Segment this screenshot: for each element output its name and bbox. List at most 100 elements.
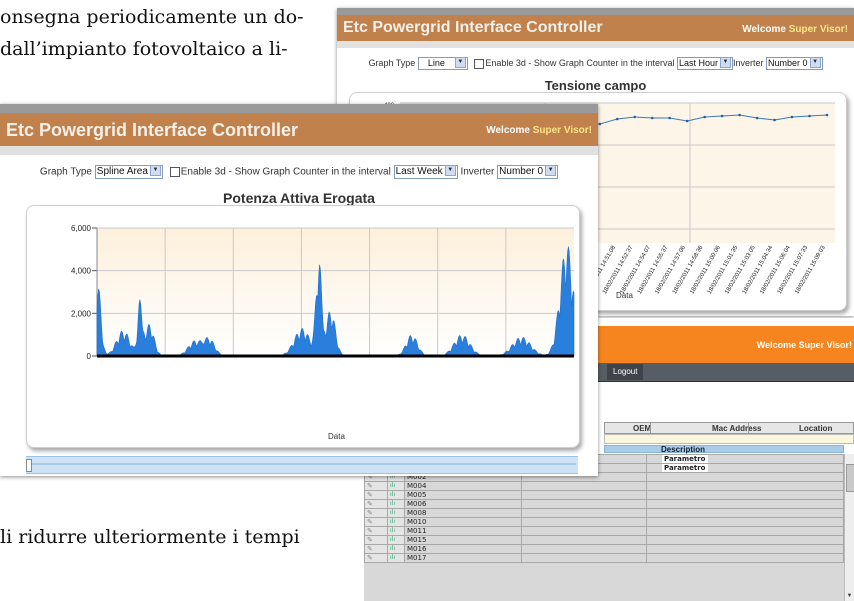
enable-3d-label: Enable 3d - Show Graph Counter in the in… [180, 166, 391, 178]
chart-title: Potenza Attiva Erogata [223, 190, 375, 206]
range-handle[interactable] [26, 459, 32, 472]
description-cell [646, 508, 844, 518]
blank-cell [521, 544, 647, 554]
chart-icon[interactable]: ılı [387, 526, 405, 536]
welcome-text: Welcome Super Visor! [486, 125, 592, 136]
chart-icon[interactable]: ılı [387, 535, 405, 545]
column-header-mac-address: Mac Address [712, 424, 762, 433]
edit-icon[interactable]: ✎ [364, 535, 388, 545]
document-text-line-3: li ridurre ulteriormente i tempi [0, 526, 300, 548]
description-cell [646, 553, 844, 563]
app-title: Etc Powergrid Interface Controller [6, 120, 299, 140]
chart-icon[interactable]: ılı [387, 499, 405, 509]
chart-icon[interactable]: ılı [387, 481, 405, 491]
edit-icon[interactable]: ✎ [364, 517, 388, 527]
chart-icon[interactable]: ılı [387, 544, 405, 554]
table-row[interactable]: ✎ ılı M008 [364, 508, 844, 518]
table-row[interactable]: ✎ ılı M016 [364, 544, 844, 554]
window-top-strip [337, 8, 854, 15]
x-axis-label: Data [328, 432, 345, 441]
inverter-label: Inverter [733, 57, 764, 68]
device-name-cell: M011 [404, 526, 522, 536]
data-point [650, 116, 654, 120]
table-row[interactable]: ✎ ılı M015 [364, 535, 844, 545]
logout-link[interactable]: Logout [607, 364, 644, 380]
chart-icon[interactable]: ılı [387, 553, 405, 563]
table-row[interactable]: ✎ ılı M006 [364, 499, 844, 509]
column-divider [748, 423, 749, 433]
graph-type-select[interactable]: Line ▼ [417, 57, 468, 70]
y-tick-label: 0 [87, 352, 92, 361]
window-potenza-attiva: Etc Powergrid Interface Controller Welco… [0, 104, 598, 476]
data-point [738, 113, 741, 117]
parametro-value: Parametro [662, 455, 708, 463]
blank-cell [521, 508, 647, 518]
description-cell [646, 535, 844, 545]
description-cell [646, 517, 844, 527]
chart-icon[interactable]: ılı [387, 517, 405, 527]
description-header-label: Description [661, 445, 706, 454]
interval-select[interactable]: Last Hour ▼ [676, 57, 734, 70]
device-name-cell: M015 [404, 535, 522, 545]
blank-cell [521, 517, 647, 527]
data-point [755, 116, 759, 120]
blank-cell [521, 499, 647, 509]
chart-icon[interactable]: ılı [387, 490, 405, 500]
table-row[interactable]: ✎ ılı M005 [364, 490, 844, 500]
y-tick-label: 6,000 [71, 224, 92, 233]
table-row[interactable]: ✎ ılı M017 [364, 553, 844, 563]
inverter-select[interactable]: Number 0 ▼ [497, 165, 559, 179]
app-title: Etc Powergrid Interface Controller [343, 19, 603, 36]
device-name-cell: M006 [404, 499, 522, 509]
range-track-line [32, 463, 576, 465]
y-tick-label: 4,000 [71, 267, 92, 276]
interval-select[interactable]: Last Week ▼ [393, 165, 458, 179]
data-point [598, 122, 602, 126]
data-point [773, 118, 776, 122]
edit-icon[interactable]: ✎ [364, 499, 388, 509]
enable-3d-checkbox[interactable] [169, 167, 180, 177]
range-scrollbar[interactable] [26, 456, 578, 474]
scroll-down-arrow-icon[interactable]: ▼ [845, 593, 854, 601]
data-point [633, 115, 637, 119]
inverter-select[interactable]: Number 0 ▼ [766, 57, 823, 70]
description-cell [646, 481, 844, 491]
blank-cell [521, 553, 647, 563]
enable-3d-checkbox[interactable] [474, 58, 485, 69]
data-point [703, 115, 706, 119]
document-text-line-2: dall’impianto fotovoltaico a li- [0, 38, 288, 60]
edit-icon[interactable]: ✎ [364, 490, 388, 500]
device-name-cell: M016 [404, 544, 522, 554]
edit-icon[interactable]: ✎ [364, 544, 388, 554]
device-name-cell: M005 [404, 490, 522, 500]
graph-controls: Graph Type Line ▼ Enable 3d - Show Graph … [337, 57, 854, 70]
edit-icon[interactable]: ✎ [364, 553, 388, 563]
chart-title: Tensione campo [544, 78, 647, 93]
table-row[interactable]: ✎ ılı M010 [364, 517, 844, 527]
x-axis-label: Data [616, 291, 633, 300]
edit-icon[interactable]: ✎ [364, 481, 388, 491]
data-point [720, 114, 724, 118]
column-header-location: Location [799, 424, 833, 433]
edit-icon[interactable]: ✎ [364, 508, 388, 518]
chevron-down-icon: ▼ [149, 165, 161, 176]
app-header: Etc Powergrid Interface Controller Welco… [0, 113, 598, 146]
blank-cell [521, 526, 647, 536]
vertical-scrollbar[interactable]: ▼ [844, 454, 854, 601]
graph-type-select[interactable]: Spline Area ▼ [94, 165, 163, 179]
chevron-down-icon: ▼ [545, 165, 557, 176]
chevron-down-icon: ▼ [720, 57, 732, 69]
description-cell: Parametro [646, 463, 844, 473]
table-row[interactable]: ✎ ılı M004 [364, 481, 844, 491]
graph-controls: Graph Type Spline Area ▼ Enable 3d - Show… [0, 165, 598, 179]
data-point [616, 117, 619, 121]
chevron-down-icon: ▼ [809, 57, 821, 69]
table-row[interactable]: ✎ ılı M011 [364, 526, 844, 536]
scroll-thumb[interactable] [846, 464, 854, 492]
edit-icon[interactable]: ✎ [364, 526, 388, 536]
chart-icon[interactable]: ılı [387, 508, 405, 518]
blank-cell [521, 535, 647, 545]
enable-3d-label: Enable 3d - Show Graph Counter in the in… [485, 57, 675, 68]
spline-area-chart: 0 2,000 4,000 6,000 [71, 224, 575, 361]
device-name-cell: M017 [404, 553, 522, 563]
